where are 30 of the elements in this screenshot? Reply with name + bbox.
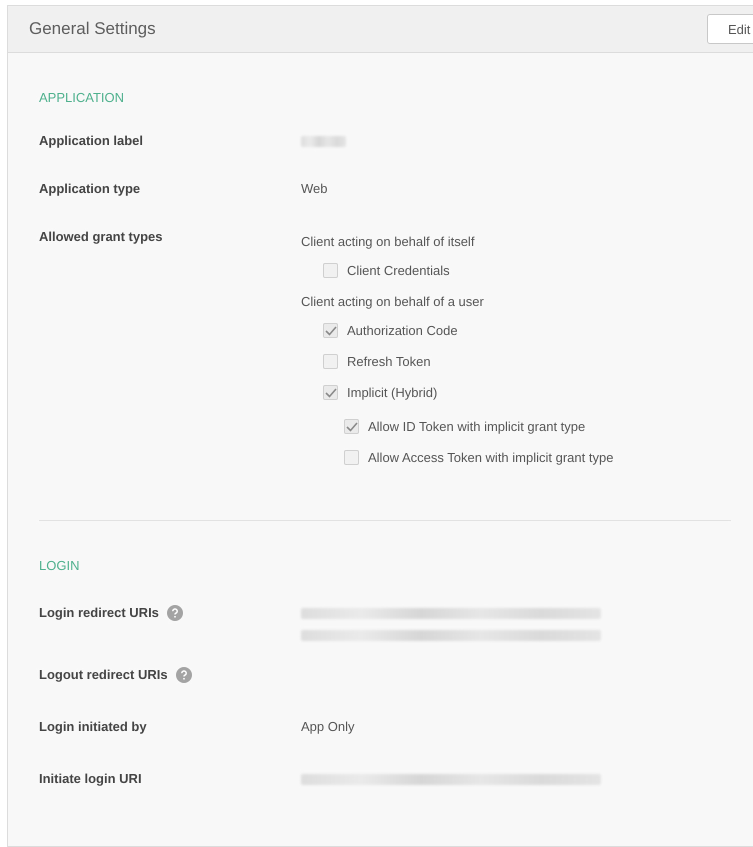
field-label: Login initiated by: [39, 719, 147, 734]
checkbox-label[interactable]: Authorization Code: [347, 323, 458, 338]
field-value: App Only: [301, 719, 356, 734]
group-caption: Client acting on behalf of a user: [301, 294, 485, 309]
help-icon[interactable]: [176, 667, 192, 683]
checkbox[interactable]: [323, 263, 338, 278]
blurred-text: [301, 136, 346, 147]
section-heading: APPLICATION: [39, 90, 124, 105]
edit-button[interactable]: Edit: [707, 14, 753, 44]
checkbox-label[interactable]: Allow ID Token with implicit grant type: [368, 419, 586, 434]
field-value: Web: [301, 181, 328, 196]
checkbox[interactable]: [323, 323, 338, 338]
field-label: Allowed grant types: [39, 229, 163, 244]
help-icon[interactable]: [166, 605, 183, 621]
checkbox[interactable]: [344, 419, 359, 434]
checkbox-label[interactable]: Client Credentials: [347, 263, 450, 278]
field-label: Application type: [39, 181, 140, 196]
checkbox-label[interactable]: Allow Access Token with implicit grant type: [368, 450, 614, 465]
checkbox-label[interactable]: Refresh Token: [347, 354, 431, 369]
panel-title: General Settings: [29, 19, 156, 39]
checkbox[interactable]: [323, 354, 338, 369]
checkbox-label[interactable]: Implicit (Hybrid): [347, 385, 438, 400]
field-label: Logout redirect URIs: [39, 667, 168, 682]
section-heading: LOGIN: [39, 558, 80, 573]
field-label: Initiate login URI: [39, 771, 142, 786]
group-caption: Client acting on behalf of itself: [301, 234, 476, 249]
checkbox[interactable]: [344, 450, 359, 465]
field-label: Login redirect URIs: [39, 605, 159, 620]
checkbox[interactable]: [323, 385, 338, 400]
field-label: Application label: [39, 133, 144, 148]
